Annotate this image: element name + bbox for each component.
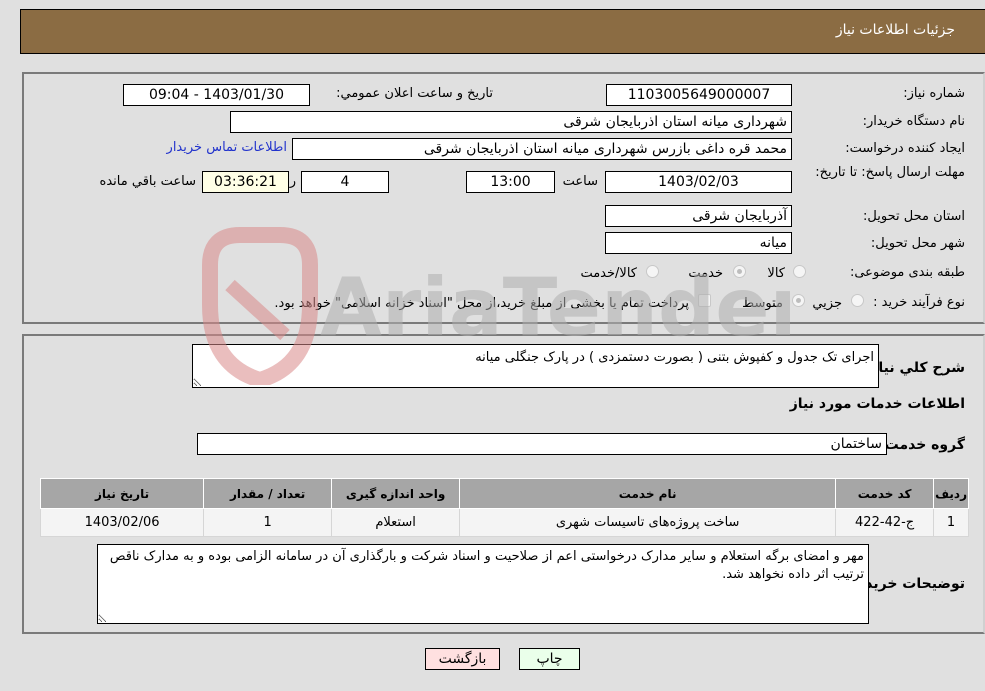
deadline-date-field: 1403/02/03 (605, 171, 792, 193)
deadline-time-label: ساعت (562, 174, 598, 189)
service-group-label: گروه خدمت: (879, 437, 965, 453)
col-header-unit: واحد اندازه گیری (331, 478, 461, 509)
category-label: طبقه بندی موضوعی: (849, 265, 965, 280)
page-title: جزئیات اطلاعات نیاز (835, 22, 955, 38)
description-label: شرح کلي نياز: (864, 360, 965, 376)
city-field: میانه (605, 232, 792, 254)
description-textarea[interactable]: اجرای تک جدول و کفپوش بتنی ( بصورت دستمز… (192, 344, 879, 388)
cell-name: ساخت پروژه‌های تاسیسات شهری (459, 508, 837, 537)
announce-datetime-field: 1403/01/30 - 09:04 (123, 84, 310, 106)
services-section-title: اطلاعات خدمات مورد نیاز (789, 396, 965, 412)
page-header: جزئیات اطلاعات نیاز (20, 9, 985, 54)
category-radio-goods-service[interactable] (646, 265, 659, 278)
services-table-header: ردیف کد خدمت نام خدمت واحد اندازه گیری ت… (39, 478, 969, 509)
category-radio-service[interactable] (733, 265, 746, 278)
buyer-contact-link[interactable]: اطلاعات تماس خریدار (167, 140, 287, 155)
service-group-field: ساختمان (197, 433, 887, 455)
cell-date: 1403/02/06 (39, 508, 205, 537)
province-field: آذربایجان شرقی (605, 205, 792, 227)
need-number-label: شماره نیاز: (903, 86, 965, 101)
need-number-field: 1103005649000007 (606, 84, 792, 106)
remaining-time-label: ساعت باقي مانده (99, 174, 196, 189)
cell-unit: استعلام (331, 508, 461, 537)
cell-code: ج-42-422 (835, 508, 935, 537)
need-details-panel: شماره نیاز: 1103005649000007 تاریخ و ساع… (22, 72, 985, 324)
category-option-service: خدمت (688, 266, 723, 281)
services-panel: شرح کلي نياز: اجرای تک جدول و کفپوش بتنی… (22, 334, 985, 634)
buyer-org-label: نام دستگاه خریدار: (862, 114, 965, 129)
process-option-medium: متوسط (742, 296, 783, 311)
col-header-quantity: تعداد / مقدار (203, 478, 333, 509)
deadline-label: مهلت ارسال پاسخ: تا تاریخ: (815, 165, 965, 180)
col-header-code: کد خدمت (835, 478, 935, 509)
process-radio-minor[interactable] (851, 294, 864, 307)
deadline-time-field: 13:00 (466, 171, 555, 193)
buyer-org-field: شهرداری میانه استان اذربایجان شرقی (230, 111, 792, 133)
remaining-days-field: 4 (301, 171, 389, 193)
announce-datetime-label: تاریخ و ساعت اعلان عمومي: (336, 86, 493, 101)
process-radio-medium[interactable] (792, 294, 805, 307)
category-option-goods-service: کالا/خدمت (580, 266, 637, 281)
cell-index: 1 (933, 508, 969, 537)
col-header-name: نام خدمت (459, 478, 837, 509)
services-table: ردیف کد خدمت نام خدمت واحد اندازه گیری ت… (39, 478, 969, 537)
buyer-notes-textarea[interactable]: مهر و امضای برگه استعلام و سایر مدارک در… (97, 544, 869, 624)
category-radio-goods[interactable] (793, 265, 806, 278)
purchase-process-label: نوع فرآیند خرید : (873, 295, 965, 310)
treasury-checkbox[interactable] (698, 294, 711, 307)
print-button[interactable]: چاپ (519, 648, 580, 670)
province-label: استان محل تحویل: (863, 209, 965, 224)
table-row: 1 ج-42-422 ساخت پروژه‌های تاسیسات شهری ا… (39, 508, 969, 537)
col-header-date: تاریخ نیاز (39, 478, 205, 509)
city-label: شهر محل تحویل: (870, 236, 965, 251)
category-option-goods: کالا (767, 266, 785, 281)
treasury-note: پرداخت تمام یا بخشی از مبلغ خرید،از محل … (274, 296, 689, 311)
process-option-minor: جزيي (812, 296, 842, 311)
requester-label: ایجاد کننده درخواست: (845, 141, 965, 156)
requester-field: محمد قره داغی بازرس شهرداری میانه استان … (292, 138, 792, 160)
col-header-index: ردیف (933, 478, 969, 509)
remaining-time-field: 03:36:21 (202, 171, 289, 193)
back-button[interactable]: بازگشت (425, 648, 500, 670)
cell-quantity: 1 (203, 508, 333, 537)
